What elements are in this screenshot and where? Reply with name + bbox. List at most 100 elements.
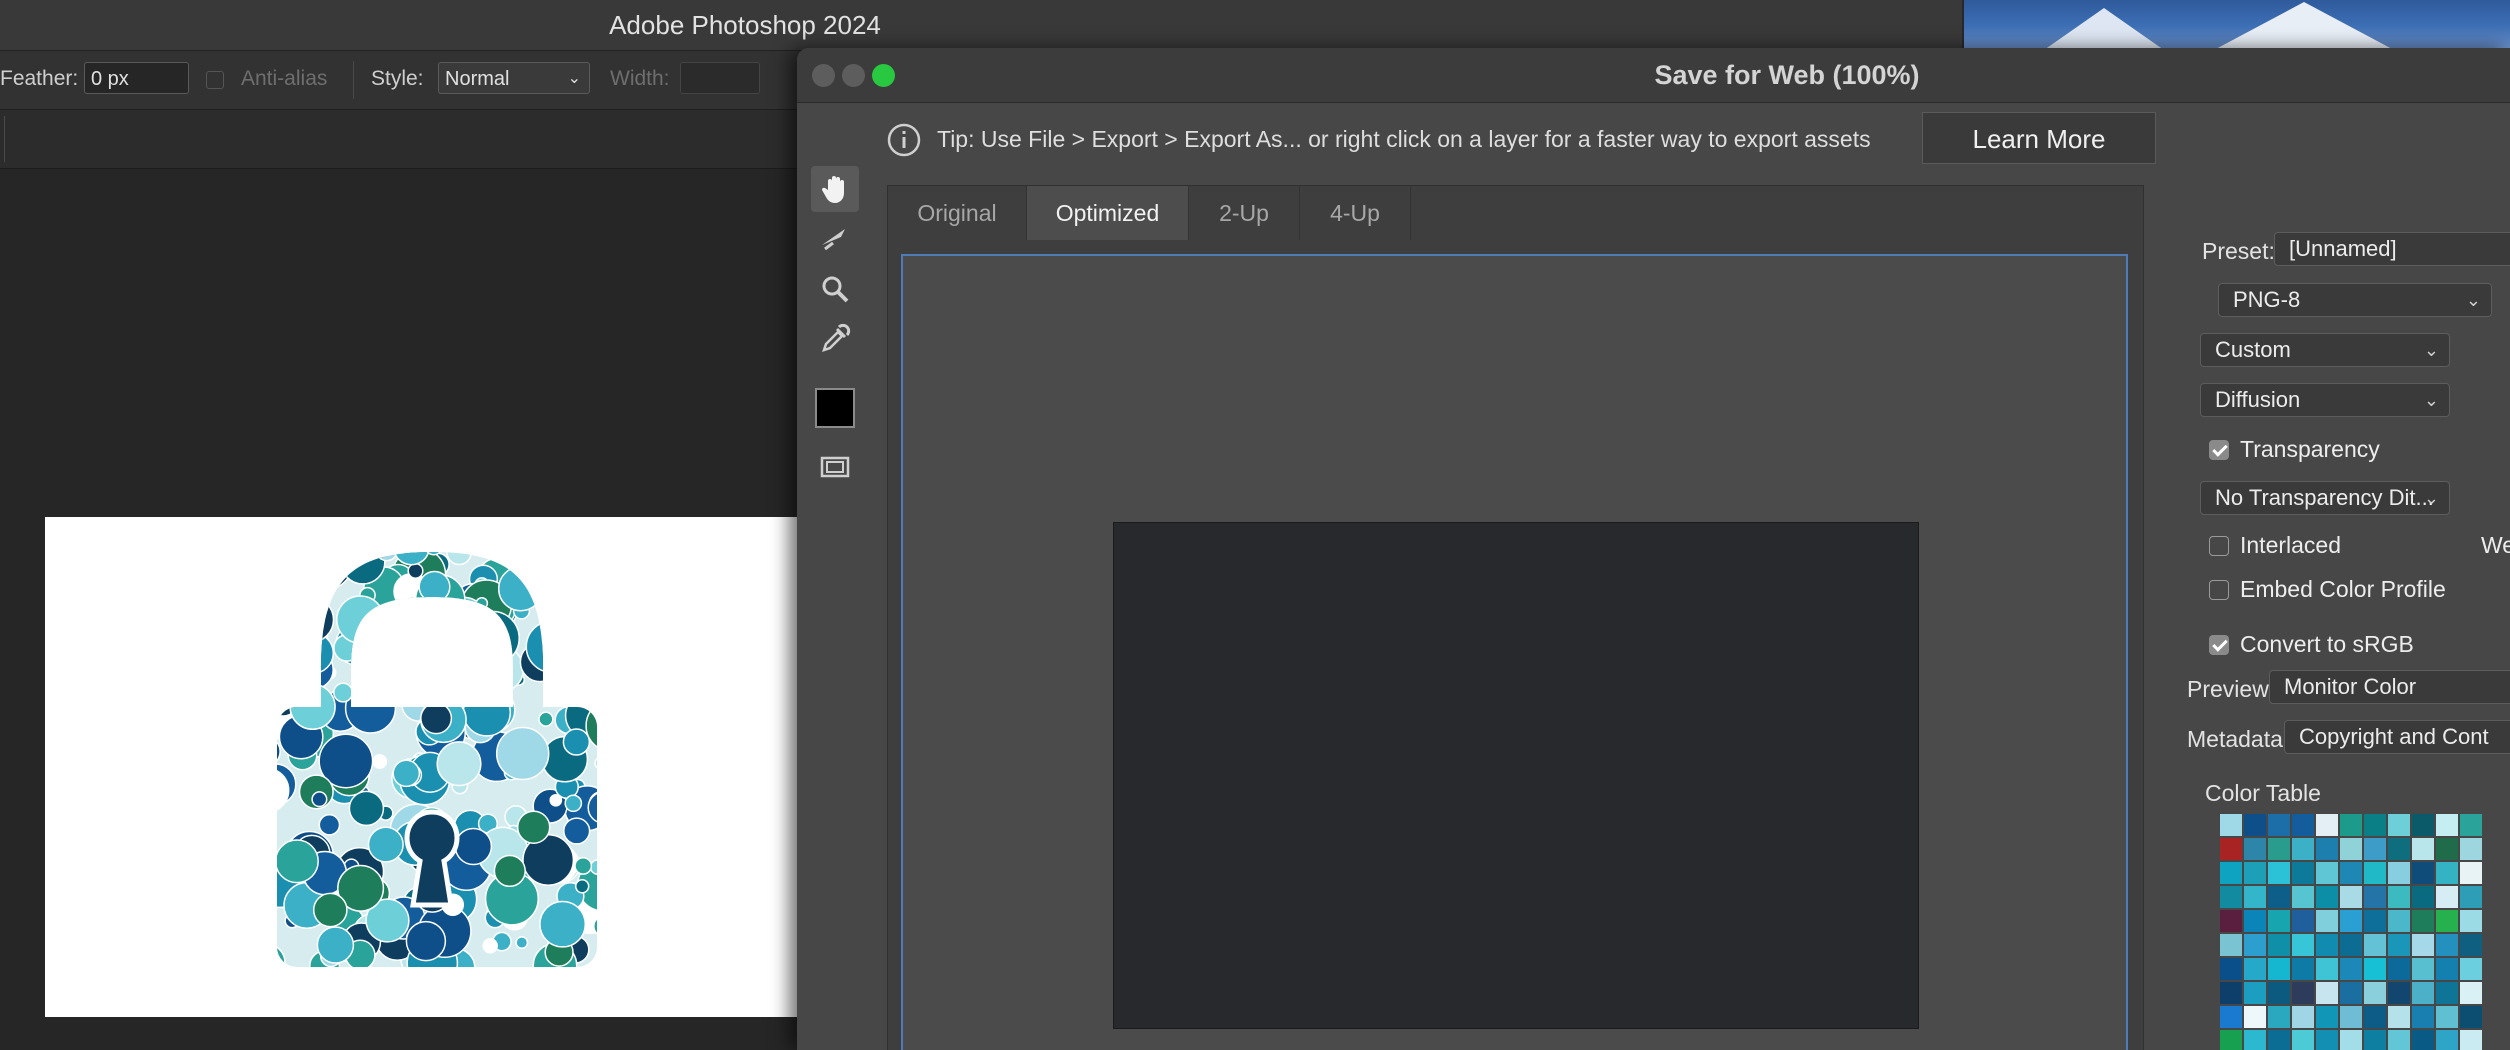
tab-optimized[interactable]: Optimized: [1027, 186, 1189, 240]
tab-2-up[interactable]: 2-Up: [1189, 186, 1300, 240]
color-swatch[interactable]: [2436, 910, 2458, 932]
color-swatch[interactable]: [2268, 958, 2290, 980]
color-swatch[interactable]: [2364, 934, 2386, 956]
color-swatch[interactable]: [2340, 886, 2362, 908]
color-swatch[interactable]: [2364, 1006, 2386, 1028]
color-swatch[interactable]: [2412, 1006, 2434, 1028]
color-swatch[interactable]: [2388, 982, 2410, 1004]
color-swatch[interactable]: [2316, 838, 2338, 860]
color-swatch[interactable]: [2388, 934, 2410, 956]
color-swatch[interactable]: [2244, 886, 2266, 908]
color-swatch[interactable]: [2220, 862, 2242, 884]
color-swatch[interactable]: [2244, 1006, 2266, 1028]
color-swatch[interactable]: [2412, 886, 2434, 908]
color-swatch[interactable]: [2388, 886, 2410, 908]
color-swatch[interactable]: [2244, 1030, 2266, 1050]
color-swatch[interactable]: [2388, 814, 2410, 836]
color-swatch[interactable]: [2412, 1030, 2434, 1050]
color-swatch[interactable]: [2244, 982, 2266, 1004]
color-swatch[interactable]: [2388, 958, 2410, 980]
color-swatch[interactable]: [2220, 886, 2242, 908]
color-swatch[interactable]: [2268, 838, 2290, 860]
color-swatch[interactable]: [2364, 982, 2386, 1004]
color-swatch[interactable]: [2316, 886, 2338, 908]
color-swatch[interactable]: [2436, 886, 2458, 908]
color-swatch[interactable]: [2292, 910, 2314, 932]
color-table[interactable]: [2220, 814, 2510, 1050]
zoom-tool[interactable]: [811, 266, 859, 312]
color-swatch[interactable]: [2268, 886, 2290, 908]
color-swatch[interactable]: [2460, 958, 2482, 980]
color-swatch[interactable]: [2436, 814, 2458, 836]
file-format-dropdown[interactable]: PNG-8 ⌄: [2218, 283, 2492, 317]
convert-srgb-checkbox[interactable]: [2209, 635, 2229, 655]
metadata-dropdown[interactable]: Copyright and Cont: [2284, 720, 2510, 754]
color-swatch[interactable]: [2364, 910, 2386, 932]
anti-alias-checkbox[interactable]: [206, 71, 224, 89]
color-swatch[interactable]: [2292, 934, 2314, 956]
color-swatch[interactable]: [2244, 934, 2266, 956]
color-swatch[interactable]: [2340, 814, 2362, 836]
color-swatch[interactable]: [2340, 982, 2362, 1004]
color-swatch[interactable]: [2412, 958, 2434, 980]
slice-select-tool[interactable]: [811, 216, 859, 262]
color-swatch[interactable]: [2316, 982, 2338, 1004]
color-swatch[interactable]: [2460, 982, 2482, 1004]
dither-dropdown[interactable]: Diffusion ⌄: [2200, 383, 2450, 417]
color-swatch[interactable]: [2292, 982, 2314, 1004]
color-swatch[interactable]: [2388, 1030, 2410, 1050]
color-swatch[interactable]: [2316, 1006, 2338, 1028]
color-swatch[interactable]: [2340, 862, 2362, 884]
color-swatch[interactable]: [2436, 838, 2458, 860]
interlaced-checkbox[interactable]: [2209, 536, 2229, 556]
color-swatch[interactable]: [2460, 910, 2482, 932]
color-swatch[interactable]: [2388, 838, 2410, 860]
style-dropdown[interactable]: Normal ⌄: [438, 62, 590, 94]
color-swatch[interactable]: [2268, 1030, 2290, 1050]
color-swatch[interactable]: [2316, 814, 2338, 836]
color-swatch[interactable]: [2220, 910, 2242, 932]
color-reduction-dropdown[interactable]: Custom ⌄: [2200, 333, 2450, 367]
hand-tool[interactable]: [811, 166, 859, 212]
color-swatch[interactable]: [2292, 862, 2314, 884]
transparency-checkbox[interactable]: [2209, 440, 2229, 460]
color-swatch[interactable]: [2412, 862, 2434, 884]
color-swatch[interactable]: [2460, 862, 2482, 884]
color-swatch[interactable]: [2220, 814, 2242, 836]
color-swatch[interactable]: [2268, 862, 2290, 884]
color-swatch[interactable]: [2268, 814, 2290, 836]
feather-input[interactable]: 0 px: [84, 62, 189, 94]
color-swatch[interactable]: [2292, 1006, 2314, 1028]
color-swatch[interactable]: [2220, 958, 2242, 980]
color-swatch[interactable]: [2340, 1030, 2362, 1050]
color-swatch[interactable]: [2316, 862, 2338, 884]
color-swatch[interactable]: [2220, 838, 2242, 860]
color-swatch[interactable]: [2436, 958, 2458, 980]
color-swatch[interactable]: [2388, 910, 2410, 932]
color-swatch[interactable]: [2388, 1006, 2410, 1028]
eyedropper-tool[interactable]: [811, 316, 859, 362]
color-swatch[interactable]: [2364, 862, 2386, 884]
color-swatch[interactable]: [2412, 934, 2434, 956]
color-swatch[interactable]: [2436, 934, 2458, 956]
tab-4-up[interactable]: 4-Up: [1300, 186, 1411, 240]
color-swatch[interactable]: [2388, 862, 2410, 884]
color-swatch[interactable]: [2292, 838, 2314, 860]
width-input[interactable]: [680, 62, 760, 94]
transparency-dither-dropdown[interactable]: No Transparency Dit... ⌄: [2200, 481, 2450, 515]
color-swatch[interactable]: [2460, 1006, 2482, 1028]
color-swatch[interactable]: [2220, 1006, 2242, 1028]
color-swatch[interactable]: [2460, 1030, 2482, 1050]
color-swatch[interactable]: [2244, 862, 2266, 884]
color-swatch[interactable]: [2292, 886, 2314, 908]
color-swatch[interactable]: [2220, 934, 2242, 956]
color-swatch[interactable]: [2364, 814, 2386, 836]
color-swatch[interactable]: [2364, 958, 2386, 980]
color-swatch[interactable]: [2268, 1006, 2290, 1028]
color-swatch[interactable]: [2460, 838, 2482, 860]
color-swatch[interactable]: [2316, 910, 2338, 932]
color-swatch[interactable]: [2340, 910, 2362, 932]
color-swatch[interactable]: [2364, 886, 2386, 908]
color-swatch[interactable]: [2340, 934, 2362, 956]
color-swatch[interactable]: [2340, 958, 2362, 980]
